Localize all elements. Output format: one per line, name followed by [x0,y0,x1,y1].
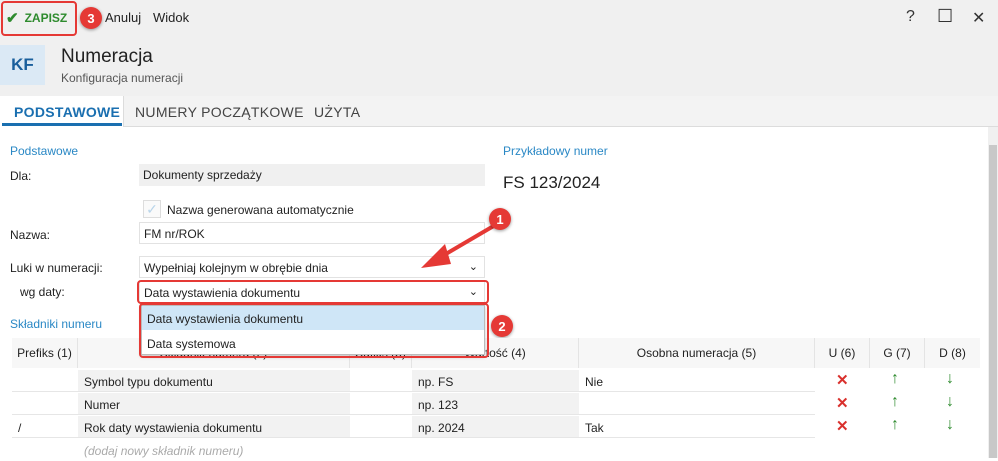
table-cell-value: np. FS [412,370,579,392]
tab-numery-poczatkowe[interactable]: NUMERY POCZĄTKOWE [135,104,304,120]
page-subtitle: Konfiguracja numeracji [61,71,184,85]
table-cell-separate[interactable]: Nie [579,370,815,392]
maximize-icon[interactable]: ☐ [937,6,953,27]
table-cell-prefix[interactable]: / [12,416,78,438]
save-button[interactable]: ✔ ZAPISZ [6,9,67,27]
scrollbar-thumb[interactable] [989,145,997,458]
toolbar [0,0,998,37]
table-cell-value: np. 123 [412,393,579,415]
arrow-up-icon[interactable]: ↑ [891,416,899,434]
arrow-down-icon[interactable]: ↓ [946,393,954,411]
arrow-down-icon[interactable]: ↓ [946,370,954,388]
save-label: ZAPISZ [24,11,68,25]
annotation-badge-1: 1 [489,208,511,230]
for-field: Dokumenty sprzedaży [139,164,485,186]
arrow-up-icon[interactable]: ↑ [891,393,899,411]
section-title-example: Przykładowy numer [503,144,608,158]
tab-uzyta[interactable]: UŻYTA [314,104,360,120]
table-cell-prefix[interactable] [12,393,78,415]
tab-podstawowe[interactable]: PODSTAWOWE [14,104,120,120]
table-cell-component[interactable]: Symbol typu dokumentu [78,370,350,392]
table-cell-suffix[interactable] [350,416,412,438]
table-cell-value: np. 2024 [412,416,579,438]
delete-icon[interactable]: ✕ [836,371,849,389]
table-cell-suffix[interactable] [350,393,412,415]
arrow-up-icon[interactable]: ↑ [891,370,899,388]
checkmark-icon: ✔ [6,10,19,27]
annotation-badge-2: 2 [491,315,513,337]
arrow-down-icon[interactable]: ↓ [946,416,954,434]
example-number: FS 123/2024 [503,173,601,192]
col-header-prefix: Prefiks (1) [12,338,78,368]
by-date-highlight [137,280,489,304]
table-cell-separate[interactable]: Tak [579,416,815,438]
delete-icon[interactable]: ✕ [836,394,849,412]
col-header-d: D (8) [925,338,980,368]
checkbox-check-icon: ✓ [146,200,158,217]
section-title-components: Składniki numeru [10,317,103,331]
gaps-select-value: Wypełniaj kolejnym w obrębie dnia [144,261,328,275]
table-cell-prefix[interactable] [12,370,78,392]
section-title-basic: Podstawowe [10,144,79,158]
close-icon[interactable]: ✕ [972,8,985,28]
name-label: Nazwa: [10,228,51,242]
by-date-label: wg daty: [20,285,65,299]
auto-name-checkbox[interactable]: ✓ [143,200,161,218]
table-cell-suffix[interactable] [350,370,412,392]
col-header-u: U (6) [815,338,870,368]
for-label: Dla: [10,169,32,183]
page-title: Numeracja [61,46,153,67]
help-icon[interactable]: ? [906,8,915,26]
table-cell-component[interactable]: Numer [78,393,350,415]
cancel-button[interactable]: Anuluj [105,10,141,25]
dropdown-highlight [139,303,489,358]
table-cell-separate[interactable] [579,393,815,415]
col-header-separate: Osobna numeracja (5) [579,338,815,368]
module-badge: KF [0,45,45,85]
auto-name-label: Nazwa generowana automatycznie [167,203,354,217]
gaps-label: Luki w numeracji: [10,261,103,275]
annotation-badge-3: 3 [80,7,102,29]
delete-icon[interactable]: ✕ [836,417,849,435]
tab-underline [2,123,122,126]
col-header-g: G (7) [870,338,925,368]
table-cell-component[interactable]: Rok daty wystawienia dokumentu [78,416,350,438]
view-menu[interactable]: Widok [153,10,189,25]
